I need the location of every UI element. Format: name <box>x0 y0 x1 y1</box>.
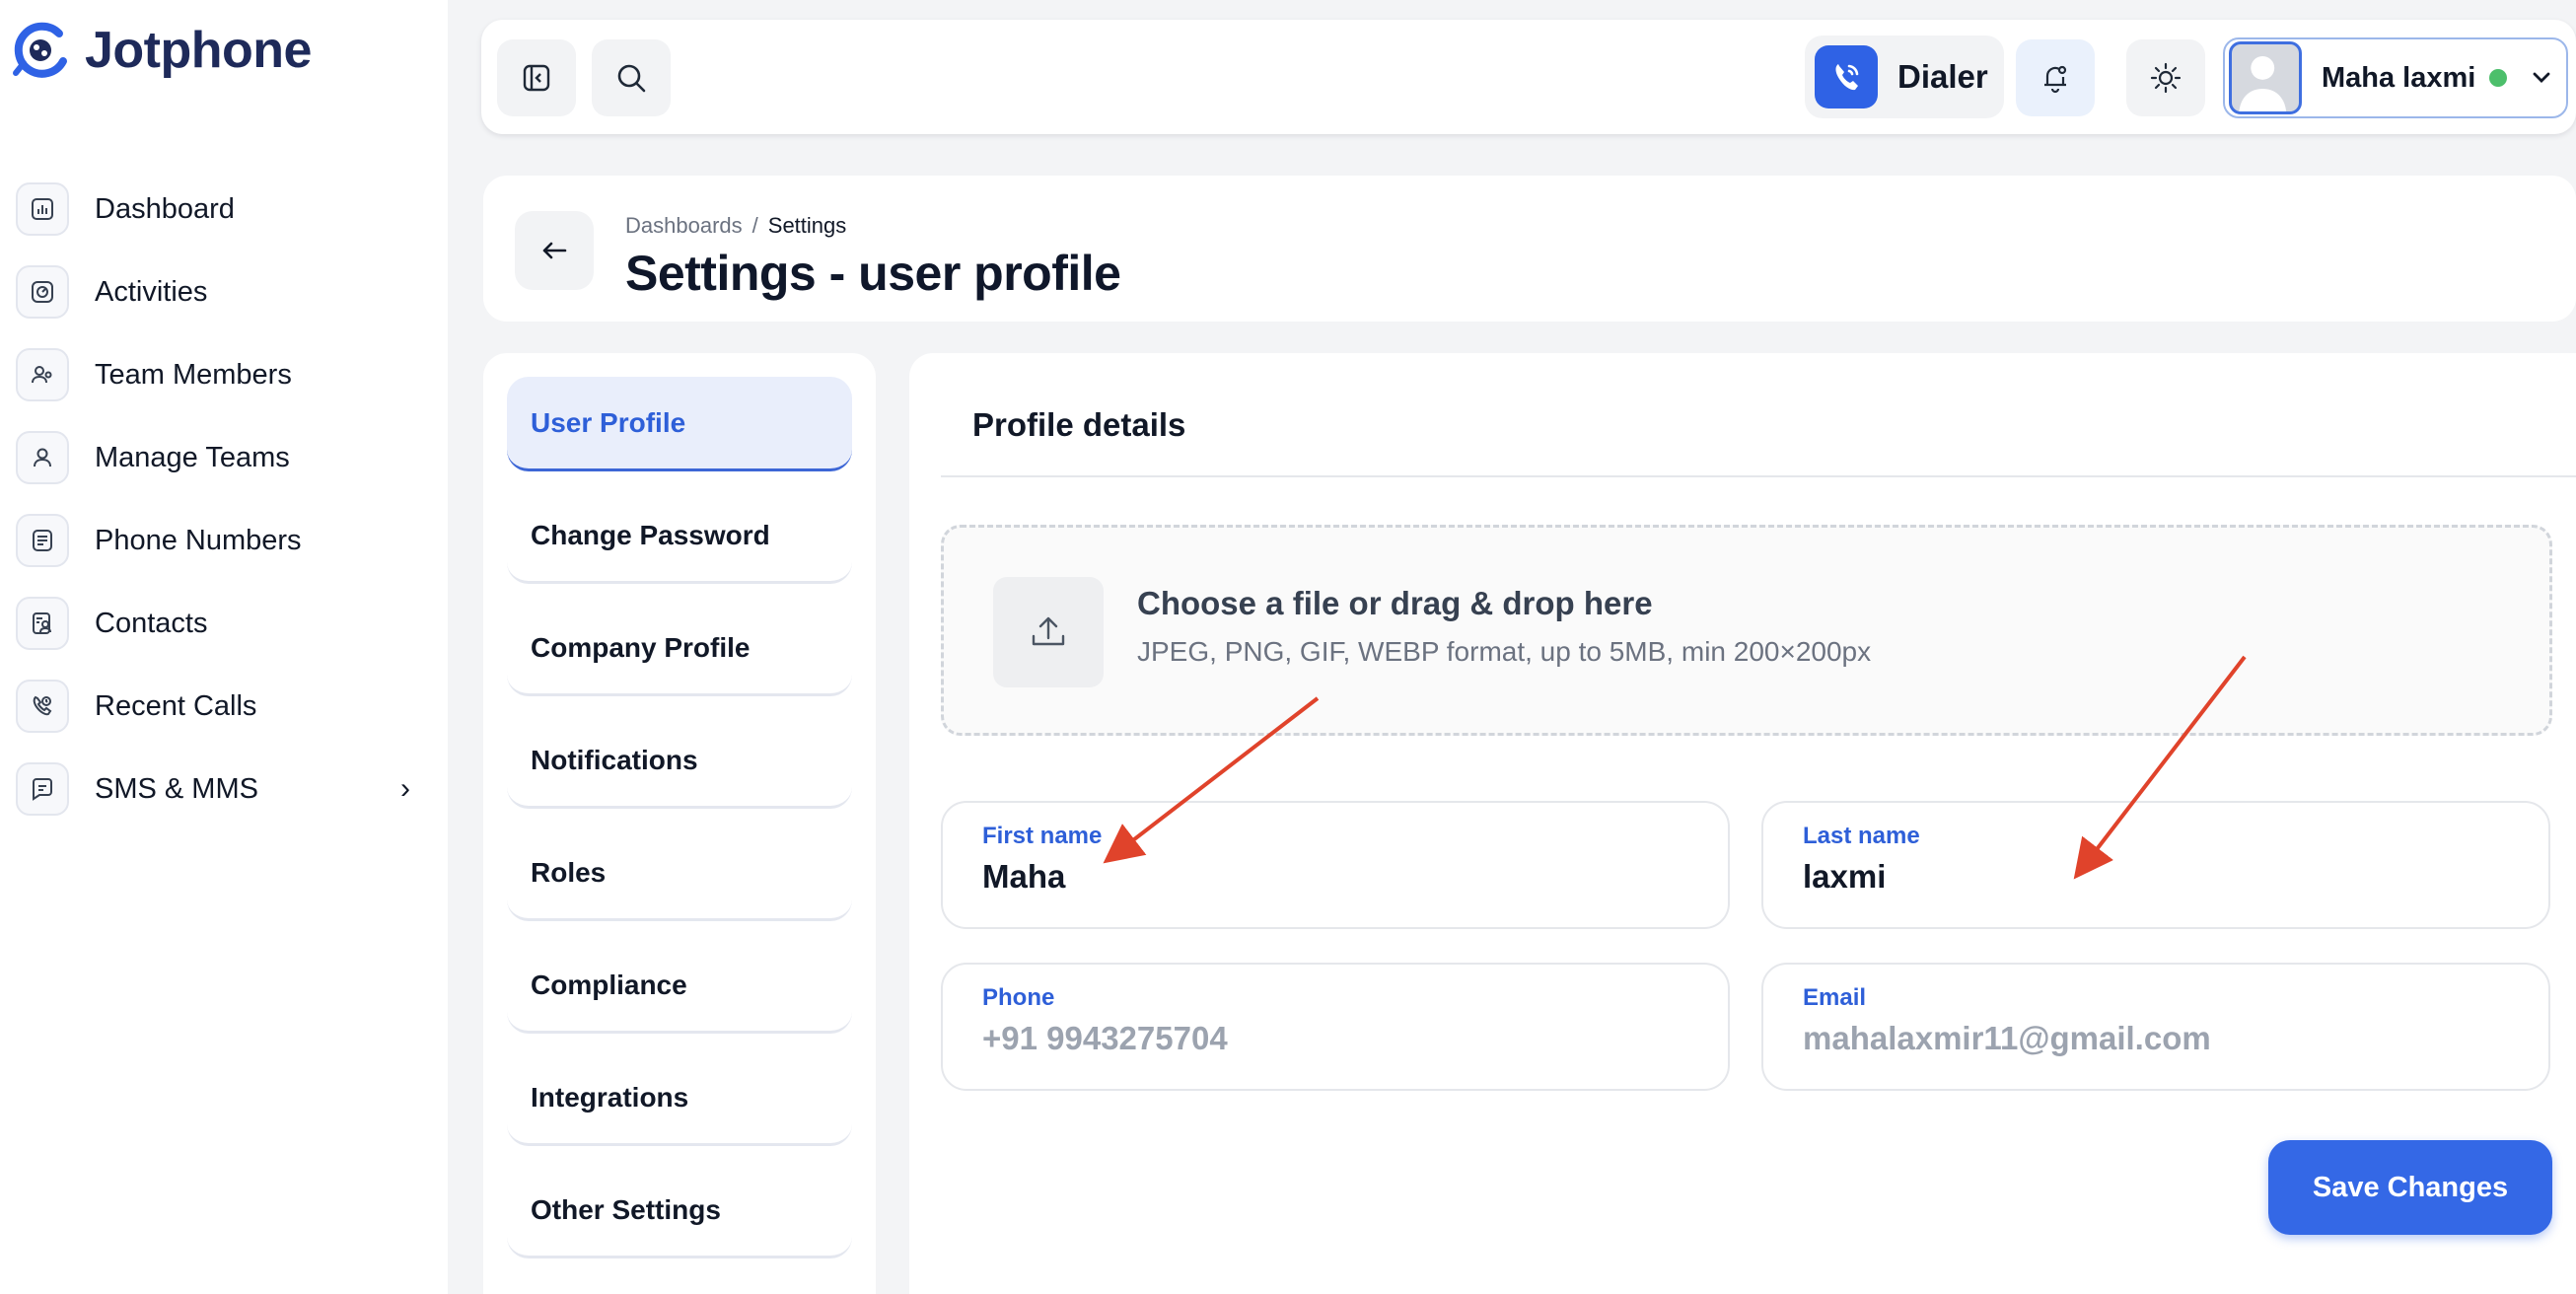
brand-name: Jotphone <box>85 22 312 79</box>
message-icon <box>16 762 69 816</box>
sidebar-nav: Dashboard Activities Team Members Manage… <box>16 168 410 830</box>
chevron-right-icon[interactable]: › <box>400 772 410 806</box>
sidebar-item-label: Team Members <box>95 358 292 391</box>
sidebar-item-label: Dashboard <box>95 192 235 225</box>
first-name-field[interactable]: First name Maha <box>941 801 1730 929</box>
chart-icon <box>16 182 69 236</box>
email-field[interactable]: Email mahalaxmir11@gmail.com <box>1761 963 2550 1091</box>
sun-icon <box>2150 62 2182 94</box>
team-members-icon <box>16 348 69 401</box>
online-status-icon <box>2489 69 2508 87</box>
settings-tab-compliance[interactable]: Compliance <box>507 939 852 1034</box>
sidebar-item-dashboard[interactable]: Dashboard <box>16 168 410 251</box>
sidebar-item-team-members[interactable]: Team Members <box>16 333 410 416</box>
phone-field[interactable]: Phone +91 9943275704 <box>941 963 1730 1091</box>
page-header: Dashboards / Settings Settings - user pr… <box>483 176 2576 322</box>
search-button[interactable] <box>592 39 671 116</box>
upload-hint: JPEG, PNG, GIF, WEBP format, up to 5MB, … <box>1137 636 1872 667</box>
arrow-left-icon <box>542 242 567 259</box>
sidebar-item-label: Phone Numbers <box>95 524 302 556</box>
settings-tab-integrations[interactable]: Integrations <box>507 1051 852 1146</box>
theme-toggle-button[interactable] <box>2126 39 2205 116</box>
last-name-field[interactable]: Last name laxmi <box>1761 801 2550 929</box>
sidebar-item-label: Contacts <box>95 607 208 639</box>
email-label: Email <box>1803 984 1867 1011</box>
settings-menu: User Profile Change Password Company Pro… <box>483 353 876 1294</box>
upload-title: Choose a file or drag & drop here <box>1137 585 1653 621</box>
breadcrumb: Dashboards / Settings <box>625 213 846 239</box>
phone-icon <box>1815 45 1878 108</box>
settings-tab-change-password[interactable]: Change Password <box>507 489 852 584</box>
phone-label: Phone <box>982 984 1055 1011</box>
sidebar-item-label: Activities <box>95 275 208 308</box>
breadcrumb-separator: / <box>751 213 758 238</box>
sidebar-item-activities[interactable]: Activities <box>16 251 410 333</box>
sidebar: Jotphone Dashboard Activities Team Membe… <box>0 0 448 1294</box>
chevron-down-icon <box>2533 72 2550 83</box>
breadcrumb-dashboards[interactable]: Dashboards <box>625 213 743 239</box>
sidebar-item-recent-calls[interactable]: Recent Calls <box>16 665 410 748</box>
settings-tab-notifications[interactable]: Notifications <box>507 714 852 809</box>
dialer-label: Dialer <box>1897 58 1988 95</box>
sidebar-item-phone-numbers[interactable]: Phone Numbers <box>16 499 410 582</box>
sidebar-item-label: Manage Teams <box>95 441 290 473</box>
settings-tab-roles[interactable]: Roles <box>507 827 852 921</box>
profile-details-card: Profile details Choose a file or drag & … <box>909 353 2576 1294</box>
last-name-label: Last name <box>1803 823 1920 849</box>
jotphone-logo-icon <box>13 22 67 78</box>
first-name-label: First name <box>982 823 1103 849</box>
settings-tab-other-settings[interactable]: Other Settings <box>507 1164 852 1258</box>
user-name: Maha laxmi <box>2322 61 2476 94</box>
sidebar-item-label: Recent Calls <box>95 689 257 722</box>
search-icon <box>617 64 646 93</box>
divider <box>941 475 2576 477</box>
dialer-button[interactable]: Dialer <box>1805 36 2004 118</box>
breadcrumb-settings: Settings <box>767 213 847 238</box>
bell-icon <box>2044 65 2067 94</box>
activity-icon <box>16 265 69 319</box>
user-menu[interactable]: Maha laxmi <box>2223 37 2568 118</box>
sidebar-item-contacts[interactable]: Contacts <box>16 582 410 665</box>
first-name-value[interactable]: Maha <box>982 858 1065 896</box>
notifications-button[interactable] <box>2016 39 2095 116</box>
list-icon <box>16 514 69 567</box>
phone-value[interactable]: +91 9943275704 <box>982 1020 1228 1057</box>
last-name-value[interactable]: laxmi <box>1803 858 1886 896</box>
sidebar-item-sms-mms[interactable]: SMS & MMS › <box>16 748 410 830</box>
sidebar-toggle-icon <box>523 64 550 92</box>
avatar <box>2229 41 2302 114</box>
brand[interactable]: Jotphone <box>10 20 312 81</box>
avatar-upload-dropzone[interactable]: Choose a file or drag & drop here JPEG, … <box>941 525 2552 736</box>
profile-details-title: Profile details <box>972 406 1186 443</box>
back-button[interactable] <box>515 211 594 290</box>
email-value[interactable]: mahalaxmir11@gmail.com <box>1803 1020 2211 1057</box>
save-changes-button[interactable]: Save Changes <box>2268 1140 2552 1235</box>
settings-tab-user-profile[interactable]: User Profile <box>507 377 852 471</box>
phone-call-icon <box>16 680 69 733</box>
contacts-icon <box>16 597 69 650</box>
sidebar-item-manage-teams[interactable]: Manage Teams <box>16 416 410 499</box>
upload-icon <box>993 577 1104 687</box>
users-icon <box>16 431 69 484</box>
page-title: Settings - user profile <box>625 246 1121 301</box>
sidebar-item-label: SMS & MMS <box>95 772 258 805</box>
settings-tab-company-profile[interactable]: Company Profile <box>507 602 852 696</box>
top-bar: Dialer Maha laxmi <box>481 20 2576 134</box>
collapse-sidebar-button[interactable] <box>497 39 576 116</box>
